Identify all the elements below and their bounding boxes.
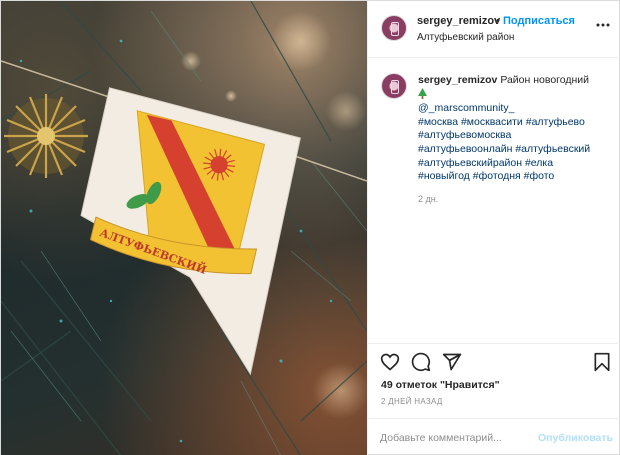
bookmark-icon[interactable] — [592, 352, 612, 372]
caption-body: Район новогодний — [500, 74, 590, 86]
comment-bar: Опубликовать — [368, 418, 620, 455]
comment-input[interactable] — [380, 429, 530, 447]
hashtag[interactable]: #фотодня — [473, 170, 521, 182]
mention-link[interactable]: @_marscommunity_ — [418, 102, 514, 114]
hashtag[interactable]: #алтуфьевский — [515, 143, 590, 155]
post-age[interactable]: 2 ДНЕЙ НАЗАД — [381, 397, 443, 406]
hashtag[interactable]: #алтуфьевомосква — [418, 129, 511, 141]
caption-block: sergey_remizov Район новогодний @_marsco… — [368, 58, 620, 340]
username-link[interactable]: sergey_remizov — [417, 15, 500, 27]
publish-button[interactable]: Опубликовать — [538, 432, 613, 444]
hashtag[interactable]: #алтуфьевоонлайн — [418, 143, 512, 155]
caption-text: sergey_remizov Район новогодний @_marsco… — [418, 74, 618, 184]
paper-flag: АЛТУФЬЕВСКИЙ — [80, 87, 301, 376]
hashtag[interactable]: #москвасити — [461, 116, 523, 128]
caption-username[interactable]: sergey_remizov — [418, 74, 497, 86]
hashtag[interactable]: #новыйгод — [418, 170, 470, 182]
post-container: АЛТУФЬЕВСКИЙ sergey_remizov • Подписатьс… — [0, 0, 620, 455]
post-header: sergey_remizov • Подписаться Алтуфьевски… — [368, 1, 620, 58]
location-link[interactable]: Алтуфьевский район — [417, 32, 514, 43]
follow-button[interactable]: Подписаться — [503, 15, 575, 27]
hashtag[interactable]: #алтуфьево — [526, 116, 585, 128]
separator-dot: • — [496, 15, 500, 27]
hashtag[interactable]: #алтуфьевскийрайон — [418, 157, 522, 169]
action-bar: 49 отметок "Нравится" 2 ДНЕЙ НАЗАД Опубл… — [368, 343, 620, 455]
heart-icon[interactable] — [380, 352, 400, 372]
hashtag[interactable]: #фото — [524, 170, 555, 182]
christmas-tree-icon — [418, 87, 427, 99]
gold-ornament — [4, 94, 88, 178]
photo-illustration: АЛТУФЬЕВСКИЙ — [1, 1, 367, 455]
hashtag[interactable]: #москва — [418, 116, 458, 128]
comment-icon[interactable] — [411, 352, 431, 372]
post-sidebar: sergey_remizov • Подписаться Алтуфьевски… — [367, 1, 620, 455]
caption-avatar[interactable] — [381, 73, 407, 99]
caption-timestamp[interactable]: 2 дн. — [418, 194, 438, 204]
likes-count[interactable]: 49 отметок "Нравится" — [381, 379, 500, 391]
share-icon[interactable] — [442, 352, 462, 372]
avatar[interactable] — [381, 15, 407, 41]
post-photo[interactable]: АЛТУФЬЕВСКИЙ — [1, 1, 367, 455]
more-options-icon[interactable] — [596, 18, 610, 32]
hashtag[interactable]: #елка — [525, 157, 553, 169]
